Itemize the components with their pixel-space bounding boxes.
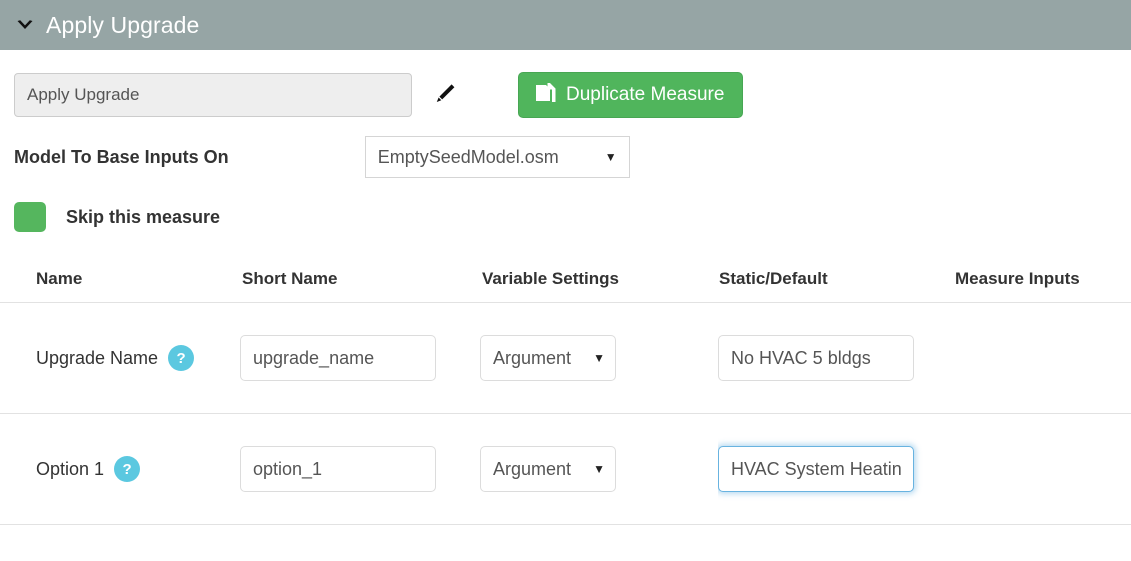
chevron-down-icon: ▼ (593, 351, 605, 365)
chevron-down-icon: ▼ (604, 150, 617, 164)
duplicate-measure-label: Duplicate Measure (566, 84, 725, 105)
chevron-down-icon: ▼ (593, 462, 605, 476)
chevron-down-icon[interactable] (14, 14, 36, 36)
column-header-variable-settings: Variable Settings (482, 269, 619, 288)
model-base-label: Model To Base Inputs On (14, 146, 229, 167)
table-row: Option 1 ? Argument ▼ (0, 413, 1131, 525)
skip-measure-checkbox[interactable] (14, 202, 46, 232)
arg-static-default-cell (718, 302, 955, 414)
table-header-row: Name Short Name Variable Settings Static… (0, 256, 1131, 303)
help-icon[interactable]: ? (168, 345, 195, 371)
table-row: Upgrade Name ? Argument ▼ (0, 302, 1131, 414)
edit-measure-name-button[interactable] (422, 73, 468, 117)
arg-name-cell: Upgrade Name ? (0, 302, 240, 414)
argument-name-label: Option 1 (36, 458, 105, 479)
measure-name-input[interactable] (14, 73, 412, 117)
variable-settings-value: Argument (493, 347, 572, 368)
panel-title: Apply Upgrade (46, 11, 200, 38)
arg-measure-inputs-cell (955, 302, 1131, 414)
column-header-measure-inputs: Measure Inputs (955, 269, 1080, 288)
variable-settings-select[interactable]: Argument ▼ (480, 335, 616, 381)
pencil-icon (432, 81, 458, 110)
arg-short-name-cell (240, 302, 480, 414)
variable-settings-value: Argument (493, 458, 572, 479)
measure-toolbar: Duplicate Measure (0, 50, 1131, 118)
short-name-input[interactable] (240, 335, 436, 381)
variable-settings-select[interactable]: Argument ▼ (480, 446, 616, 492)
model-base-row: Model To Base Inputs On EmptySeedModel.o… (0, 118, 1131, 178)
arg-variable-settings-cell: Argument ▼ (480, 302, 718, 414)
arg-name-cell: Option 1 ? (0, 413, 240, 525)
model-base-select[interactable]: EmptySeedModel.osm ▼ (364, 136, 630, 178)
arg-static-default-cell (718, 413, 955, 525)
static-default-input[interactable] (718, 446, 914, 492)
column-header-name: Name (36, 269, 83, 288)
duplicate-files-icon (535, 83, 557, 107)
argument-name-label: Upgrade Name (36, 347, 159, 368)
arg-short-name-cell (240, 413, 480, 525)
panel-body: Duplicate Measure Model To Base Inputs O… (0, 50, 1131, 525)
arg-variable-settings-cell: Argument ▼ (480, 413, 718, 525)
arguments-table: Name Short Name Variable Settings Static… (0, 256, 1131, 525)
panel-header[interactable]: Apply Upgrade (0, 0, 1131, 50)
model-base-selected-value: EmptySeedModel.osm (377, 146, 559, 167)
arg-measure-inputs-cell (955, 413, 1131, 525)
help-icon[interactable]: ? (114, 456, 141, 482)
column-header-static-default: Static/Default (719, 269, 828, 288)
short-name-input[interactable] (240, 446, 436, 492)
skip-measure-row: Skip this measure (0, 178, 1131, 232)
column-header-short-name: Short Name (242, 269, 338, 288)
skip-measure-label: Skip this measure (66, 206, 221, 227)
duplicate-measure-button[interactable]: Duplicate Measure (518, 72, 744, 118)
static-default-input[interactable] (718, 335, 914, 381)
